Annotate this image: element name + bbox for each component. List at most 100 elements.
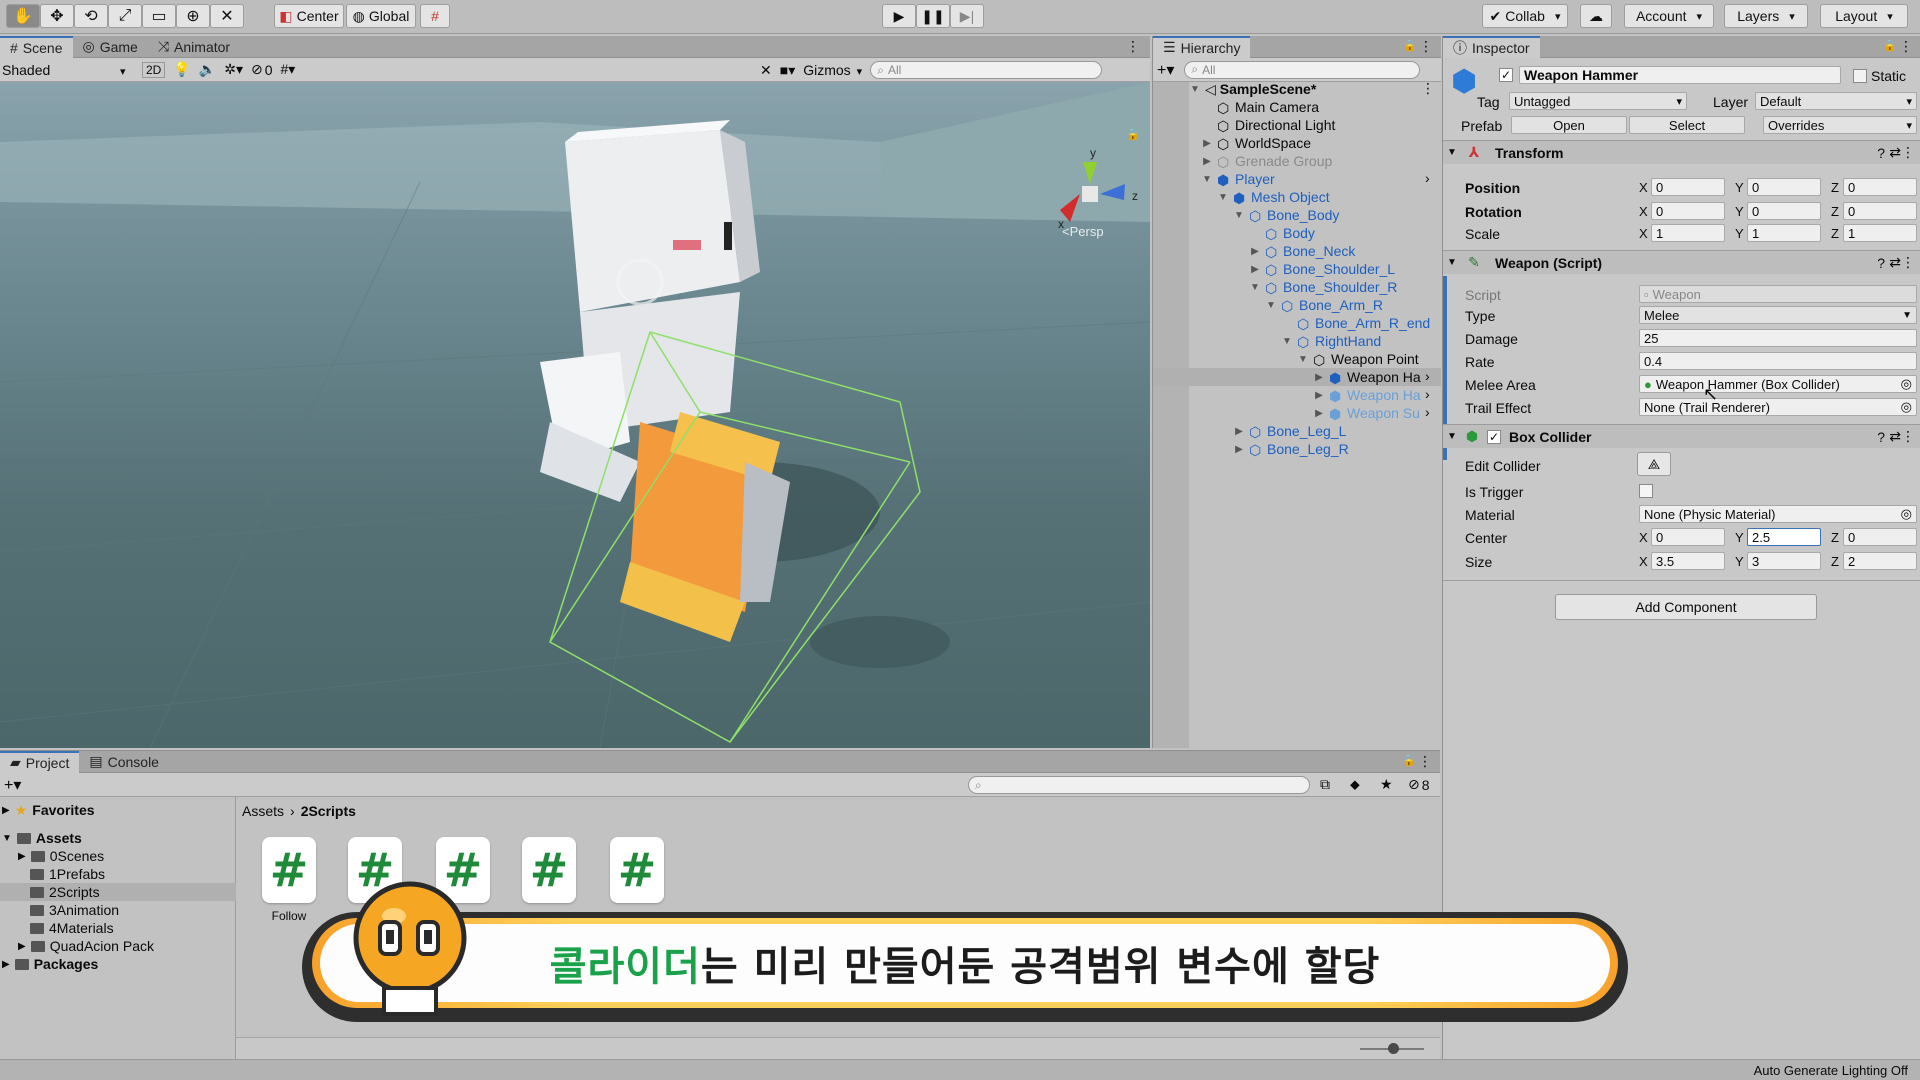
- expand-arrow-icon[interactable]: ▶: [1201, 138, 1213, 149]
- hierarchy-item[interactable]: ⬡ Bone_Arm_R_end: [1281, 314, 1430, 332]
- scale-y-field[interactable]: 1: [1747, 224, 1821, 242]
- filter-type-icon[interactable]: ⧉: [1320, 776, 1330, 793]
- expand-arrow-icon[interactable]: ▼: [1233, 210, 1245, 221]
- enabled-checkbox[interactable]: ✓: [1487, 429, 1501, 444]
- is-trigger-checkbox[interactable]: [1639, 484, 1653, 498]
- scale-tool-icon[interactable]: ⤢: [108, 4, 142, 28]
- breadcrumb-current[interactable]: 2Scripts: [301, 803, 356, 819]
- play-button[interactable]: ▶: [882, 4, 916, 28]
- active-checkbox[interactable]: ✓: [1499, 68, 1513, 82]
- expand-arrow-icon[interactable]: ▶: [1233, 444, 1245, 455]
- favorites-row[interactable]: ▶ ★ Favorites: [2, 801, 95, 819]
- size-x-field[interactable]: 3.5: [1651, 552, 1725, 570]
- weapon-script-header[interactable]: ▼ ✎ Weapon (Script) ? ⇄ ⋮: [1443, 250, 1920, 274]
- preset-icon[interactable]: ⇄: [1889, 144, 1901, 161]
- hierarchy-item[interactable]: ▶ ⬢ Weapon Ha: [1313, 386, 1421, 404]
- preset-icon[interactable]: ⇄: [1889, 254, 1901, 271]
- folder-item[interactable]: ▶ 0Scenes: [18, 847, 104, 865]
- chevron-right-icon[interactable]: ›: [1425, 386, 1430, 402]
- expand-arrow-icon[interactable]: ▶: [1233, 426, 1245, 437]
- hierarchy-menu-icon[interactable]: ⋮: [1419, 38, 1433, 55]
- scene-menu-icon[interactable]: ⋮: [1126, 38, 1140, 55]
- rate-field[interactable]: 0.4: [1639, 352, 1917, 370]
- box-collider-header[interactable]: ▼ ⬢ ✓ Box Collider ? ⇄ ⋮: [1443, 424, 1920, 448]
- tab-inspector[interactable]: ⓘ Inspector: [1443, 35, 1540, 58]
- tab-scene[interactable]: # Scene: [0, 35, 73, 58]
- expand-arrow-icon[interactable]: ▼: [1297, 354, 1309, 365]
- pivot-global-button[interactable]: ◍ Global: [346, 4, 416, 28]
- effects-icon[interactable]: ✲▾: [224, 61, 243, 78]
- hierarchy-item[interactable]: ▼ ⬡ Bone_Shoulder_R: [1249, 278, 1397, 296]
- hierarchy-item[interactable]: ▶ ⬡ Grenade Group: [1201, 152, 1332, 170]
- component-menu-icon[interactable]: ⋮: [1901, 254, 1915, 271]
- project-menu-icon[interactable]: ⋮: [1418, 753, 1432, 770]
- layer-dropdown[interactable]: Default: [1755, 92, 1917, 110]
- move-tool-icon[interactable]: ✥: [40, 4, 74, 28]
- material-field[interactable]: None (Physic Material) ◎: [1639, 505, 1917, 523]
- help-icon[interactable]: ?: [1877, 255, 1885, 271]
- prefab-overrides-dropdown[interactable]: Overrides: [1763, 116, 1917, 134]
- center-x-field[interactable]: 0: [1651, 528, 1725, 546]
- expand-arrow-icon[interactable]: ▼: [1265, 300, 1277, 311]
- lighting-icon[interactable]: 💡: [173, 61, 190, 78]
- add-icon[interactable]: +▾: [1157, 60, 1174, 80]
- hierarchy-item[interactable]: ▶ ⬡ Bone_Leg_R: [1233, 440, 1349, 458]
- cloud-button[interactable]: ☁: [1580, 4, 1612, 28]
- add-component-button[interactable]: Add Component: [1555, 594, 1817, 620]
- toggle-2d-button[interactable]: 2D: [142, 61, 166, 78]
- prefab-select-button[interactable]: Select: [1629, 116, 1745, 134]
- hierarchy-item[interactable]: ▶ ⬡ Bone_Shoulder_L: [1249, 260, 1395, 278]
- tab-hierarchy[interactable]: ☰ Hierarchy: [1153, 35, 1251, 58]
- melee-area-field[interactable]: ● Weapon Hammer (Box Collider) ◎: [1639, 375, 1917, 393]
- expand-arrow-icon[interactable]: ▶: [1249, 264, 1261, 275]
- rect-tool-icon[interactable]: ▭: [142, 4, 176, 28]
- size-y-field[interactable]: 3: [1747, 552, 1821, 570]
- lock-icon[interactable]: 🔒: [1126, 128, 1140, 141]
- scale-z-field[interactable]: 1: [1843, 224, 1917, 242]
- collab-dropdown[interactable]: ✔ Collab: [1482, 4, 1568, 28]
- pause-button[interactable]: ❚❚: [916, 4, 950, 28]
- expand-arrow-icon[interactable]: ▶: [1313, 408, 1325, 419]
- tools-icon[interactable]: ✕: [760, 62, 772, 79]
- chevron-right-icon[interactable]: ›: [1425, 404, 1430, 420]
- scene-search-input[interactable]: ⌕ All: [870, 61, 1103, 79]
- folder-item[interactable]: 4Materials: [30, 919, 114, 937]
- expand-arrow-icon[interactable]: ▶: [18, 851, 26, 862]
- slider-handle[interactable]: [1388, 1043, 1399, 1054]
- expand-arrow-icon[interactable]: ▶: [1249, 246, 1261, 257]
- script-asset[interactable]: #: [522, 837, 576, 903]
- position-z-field[interactable]: 0: [1843, 178, 1917, 196]
- packages-row[interactable]: ▶ Packages: [2, 955, 98, 973]
- tab-console[interactable]: ▤ Console: [79, 751, 169, 773]
- object-picker-icon[interactable]: ◎: [1901, 506, 1912, 522]
- project-search-input[interactable]: ⌕: [968, 776, 1310, 794]
- expand-arrow-icon[interactable]: ▼: [1189, 84, 1201, 95]
- tag-dropdown[interactable]: Untagged: [1509, 92, 1687, 110]
- collapse-arrow-icon[interactable]: ▼: [1443, 147, 1461, 158]
- lock-icon[interactable]: 🔒: [1403, 39, 1417, 52]
- favorite-star-icon[interactable]: ★: [1380, 776, 1393, 793]
- hierarchy-item[interactable]: ▼ ⬡ Bone_Body: [1233, 206, 1339, 224]
- scale-x-field[interactable]: 1: [1651, 224, 1725, 242]
- expand-arrow-icon[interactable]: ▶: [2, 805, 10, 816]
- size-z-field[interactable]: 2: [1843, 552, 1917, 570]
- grid-icon[interactable]: #▾: [281, 61, 296, 78]
- layers-dropdown[interactable]: Layers: [1724, 4, 1808, 28]
- component-menu-icon[interactable]: ⋮: [1901, 144, 1915, 161]
- lock-icon[interactable]: 🔒: [1883, 39, 1897, 52]
- snap-grid-button[interactable]: #: [420, 4, 450, 28]
- rotation-y-field[interactable]: 0: [1747, 202, 1821, 220]
- static-toggle[interactable]: Static: [1853, 68, 1906, 84]
- step-button[interactable]: ▶|: [950, 4, 984, 28]
- breadcrumb-assets[interactable]: Assets: [242, 803, 284, 819]
- scene-menu-icon[interactable]: ⋮: [1421, 80, 1435, 97]
- hidden-packages-toggle[interactable]: ⊘ 8: [1408, 776, 1430, 793]
- folder-item[interactable]: ▶ QuadAcion Pack: [18, 937, 154, 955]
- audio-icon[interactable]: 🔈: [199, 61, 216, 78]
- hierarchy-search-input[interactable]: ⌕ All: [1184, 60, 1421, 79]
- hierarchy-item[interactable]: ▼ ⬢ Mesh Object: [1217, 188, 1330, 206]
- collapse-arrow-icon[interactable]: ▼: [1443, 257, 1461, 268]
- hierarchy-item[interactable]: ⬡ Directional Light: [1201, 116, 1335, 134]
- tab-animator[interactable]: ⤨ Animator: [148, 36, 240, 58]
- hand-tool-icon[interactable]: ✋: [6, 4, 40, 28]
